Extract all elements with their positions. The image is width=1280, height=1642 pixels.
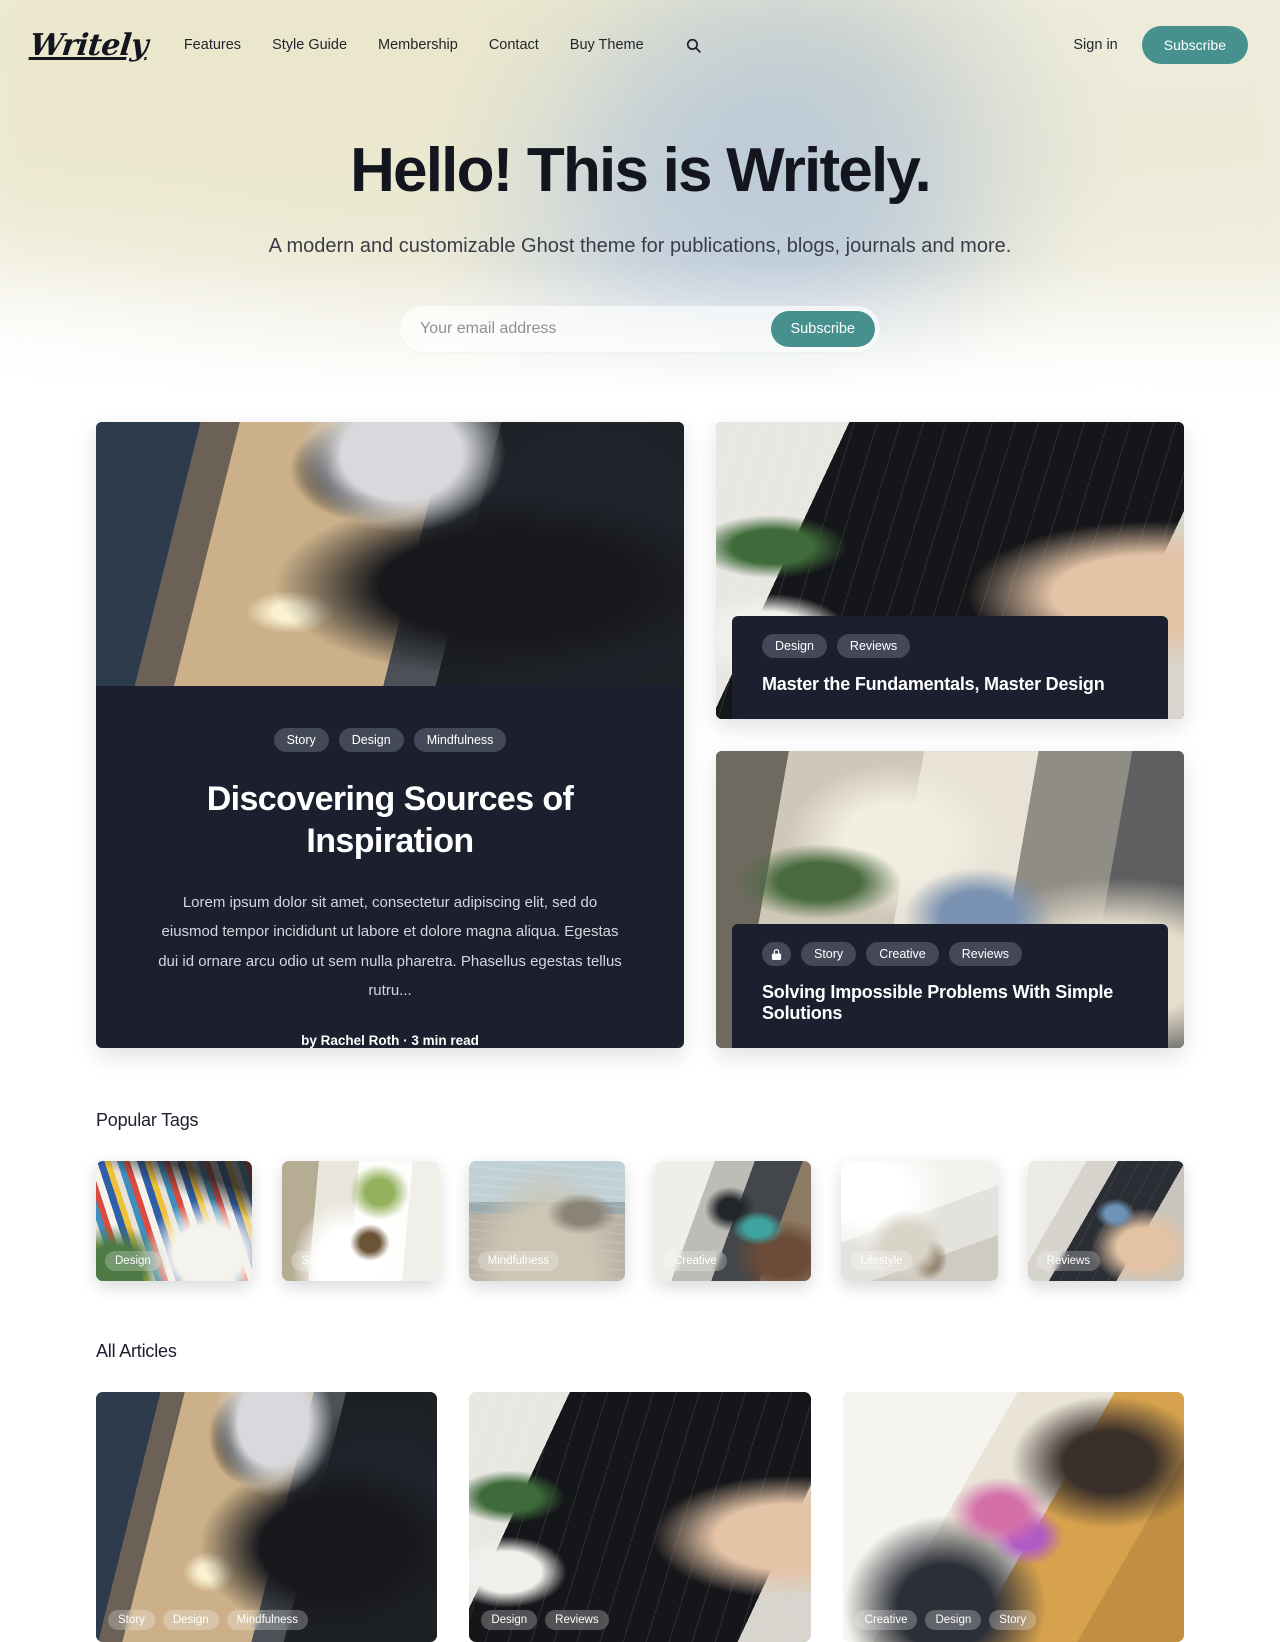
tag-pill[interactable]: Mindfulness bbox=[226, 1610, 309, 1630]
popular-tags-row: Design Story Mindfulness Creative Lifest… bbox=[96, 1161, 1184, 1281]
hero-section: Writely Features Style Guide Membership … bbox=[0, 0, 1280, 412]
hero-content: Hello! This is Writely. A modern and cus… bbox=[0, 90, 1280, 352]
tag-card-design[interactable]: Design bbox=[96, 1161, 253, 1281]
featured-post-meta: by Rachel Roth · 3 min read bbox=[301, 1033, 479, 1048]
tag-pill[interactable]: Creative bbox=[866, 942, 939, 966]
tag-pill[interactable]: Design bbox=[162, 1610, 219, 1630]
tag-pill[interactable]: Design bbox=[762, 634, 827, 658]
tag-pill[interactable]: Story bbox=[273, 727, 329, 752]
secondary-post-panel: Design Reviews Master the Fundamentals, … bbox=[732, 616, 1168, 719]
featured-post-image bbox=[96, 422, 684, 686]
tag-pill[interactable]: Reviews bbox=[948, 942, 1022, 966]
article-card[interactable]: Story Design Mindfulness bbox=[96, 1392, 438, 1642]
hero-subscribe-button[interactable]: Subscribe bbox=[770, 310, 875, 347]
tag-pill[interactable]: Reviews bbox=[545, 1610, 609, 1630]
tag-card-label: Creative bbox=[663, 1251, 727, 1271]
nav-item-buy-theme[interactable]: Buy Theme bbox=[570, 37, 644, 53]
nav-item-membership[interactable]: Membership bbox=[378, 37, 458, 53]
secondary-post-card[interactable]: Design Reviews Master the Fundamentals, … bbox=[716, 422, 1184, 719]
article-card[interactable]: Creative Design Story bbox=[842, 1392, 1184, 1642]
main-navigation: Features Style Guide Membership Contact … bbox=[184, 34, 705, 56]
hero-subscribe-form: Subscribe bbox=[400, 305, 880, 352]
tag-card-mindfulness[interactable]: Mindfulness bbox=[468, 1161, 625, 1281]
featured-posts-grid: Story Design Mindfulness Discovering Sou… bbox=[96, 422, 1184, 1048]
featured-post-body: Story Design Mindfulness Discovering Sou… bbox=[96, 686, 684, 1048]
hero-subtitle: A modern and customizable Ghost theme fo… bbox=[268, 234, 1012, 257]
tag-pill[interactable]: Story bbox=[108, 1610, 155, 1630]
nav-item-style-guide[interactable]: Style Guide bbox=[272, 37, 347, 53]
article-tags: Creative Design Story bbox=[854, 1610, 1037, 1630]
members-only-badge bbox=[762, 942, 791, 966]
tag-pill[interactable]: Story bbox=[989, 1610, 1037, 1630]
tag-card-label: Mindfulness bbox=[477, 1251, 560, 1271]
header-subscribe-button[interactable]: Subscribe bbox=[1141, 26, 1248, 64]
tag-pill[interactable]: Design bbox=[338, 727, 404, 752]
nav-item-features[interactable]: Features bbox=[184, 37, 241, 53]
lock-icon bbox=[771, 948, 782, 960]
all-articles-heading: All Articles bbox=[96, 1341, 177, 1361]
tag-card-label: Reviews bbox=[1036, 1251, 1101, 1271]
article-tags: Design Reviews bbox=[481, 1610, 609, 1630]
tag-pill[interactable]: Mindfulness bbox=[413, 727, 507, 752]
all-articles-row: Story Design Mindfulness Design Reviews … bbox=[96, 1392, 1184, 1642]
article-image bbox=[469, 1392, 811, 1642]
secondary-post-tags: Story Creative Reviews bbox=[762, 942, 1138, 966]
tag-card-reviews[interactable]: Reviews bbox=[1027, 1161, 1184, 1281]
featured-post-card[interactable]: Story Design Mindfulness Discovering Sou… bbox=[96, 422, 684, 1048]
tag-card-creative[interactable]: Creative bbox=[654, 1161, 812, 1281]
header-actions: Sign in Subscribe bbox=[1073, 26, 1248, 64]
tag-pill[interactable]: Creative bbox=[854, 1610, 918, 1630]
tag-card-label: Lifestyle bbox=[850, 1251, 913, 1271]
site-logo[interactable]: Writely bbox=[28, 28, 150, 63]
popular-tags-heading: Popular Tags bbox=[96, 1110, 199, 1130]
site-header: Writely Features Style Guide Membership … bbox=[0, 0, 1280, 90]
article-image bbox=[96, 1392, 438, 1642]
tag-card-label: Design bbox=[105, 1251, 161, 1271]
search-icon bbox=[687, 38, 701, 53]
featured-post-title[interactable]: Discovering Sources of Inspiration bbox=[158, 778, 622, 862]
popular-tags-section: Popular Tags Design Story Mindfulness Cr… bbox=[96, 1110, 1184, 1281]
secondary-posts-column: Design Reviews Master the Fundamentals, … bbox=[716, 422, 1184, 1048]
article-card[interactable]: Design Reviews bbox=[469, 1392, 811, 1642]
all-articles-section: All Articles Story Design Mindfulness De… bbox=[96, 1341, 1184, 1642]
tag-pill[interactable]: Design bbox=[481, 1610, 538, 1630]
tag-card-lifestyle[interactable]: Lifestyle bbox=[841, 1161, 998, 1281]
tag-pill[interactable]: Design bbox=[925, 1610, 982, 1630]
hero-email-input[interactable] bbox=[420, 319, 771, 338]
article-image bbox=[842, 1392, 1184, 1642]
search-button[interactable] bbox=[683, 34, 705, 56]
hero-title: Hello! This is Writely. bbox=[350, 136, 932, 205]
featured-post-excerpt: Lorem ipsum dolor sit amet, consectetur … bbox=[158, 894, 622, 999]
tag-pill[interactable]: Reviews bbox=[836, 634, 911, 658]
tag-pill[interactable]: Story bbox=[801, 942, 857, 966]
secondary-post-title[interactable]: Master the Fundamentals, Master Design bbox=[762, 674, 1138, 695]
sign-in-link[interactable]: Sign in bbox=[1073, 37, 1117, 53]
secondary-post-tags: Design Reviews bbox=[762, 634, 1138, 658]
secondary-post-card[interactable]: Story Creative Reviews Solving Impossibl… bbox=[716, 751, 1184, 1048]
tag-card-story[interactable]: Story bbox=[282, 1161, 439, 1281]
tag-card-label: Story bbox=[291, 1251, 339, 1271]
featured-post-tags: Story Design Mindfulness bbox=[158, 727, 622, 752]
nav-item-contact[interactable]: Contact bbox=[489, 37, 539, 53]
secondary-post-title[interactable]: Solving Impossible Problems With Simple … bbox=[762, 982, 1138, 1024]
secondary-post-panel: Story Creative Reviews Solving Impossibl… bbox=[732, 924, 1168, 1048]
article-tags: Story Design Mindfulness bbox=[108, 1610, 309, 1630]
